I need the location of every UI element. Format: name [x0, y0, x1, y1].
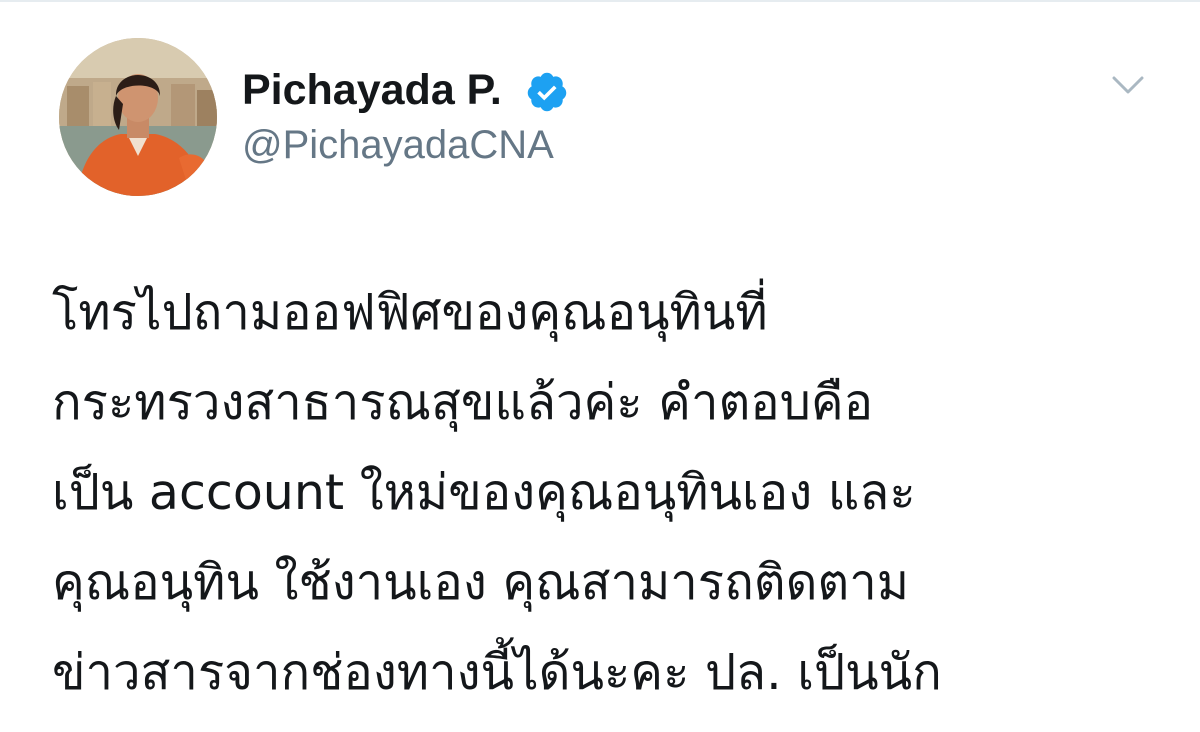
author-handle[interactable]: @PichayadaCNA	[242, 120, 554, 170]
author-display-name[interactable]: Pichayada P.	[242, 64, 502, 116]
tweet-text-line: คุณอนุทิน ใช้งานเอง คุณสามารถติดตาม	[52, 554, 910, 611]
tweet-text-line: ข่าวสารจากช่องทางนี้ได้นะคะ ปล. เป็นนัก	[52, 644, 942, 701]
avatar[interactable]	[59, 38, 217, 196]
chevron-down-icon[interactable]	[1108, 70, 1148, 102]
tweet-text-line: กระทรวงสาธารณสุขแล้วค่ะ คำตอบคือ	[52, 374, 874, 431]
tweet-text: โทรไปถามออฟฟิศของคุณอนุทินที่ กระทรวงสาธ…	[52, 268, 1182, 718]
tweet-text-line: เป็น account ใหม่ของคุณอนุทินเอง และ	[52, 464, 916, 521]
tweet-text-line: โทรไปถามออฟฟิศของคุณอนุทินที่	[52, 284, 768, 341]
verified-badge-icon	[527, 72, 567, 112]
profile-photo-icon	[59, 38, 217, 196]
top-divider	[0, 0, 1200, 2]
